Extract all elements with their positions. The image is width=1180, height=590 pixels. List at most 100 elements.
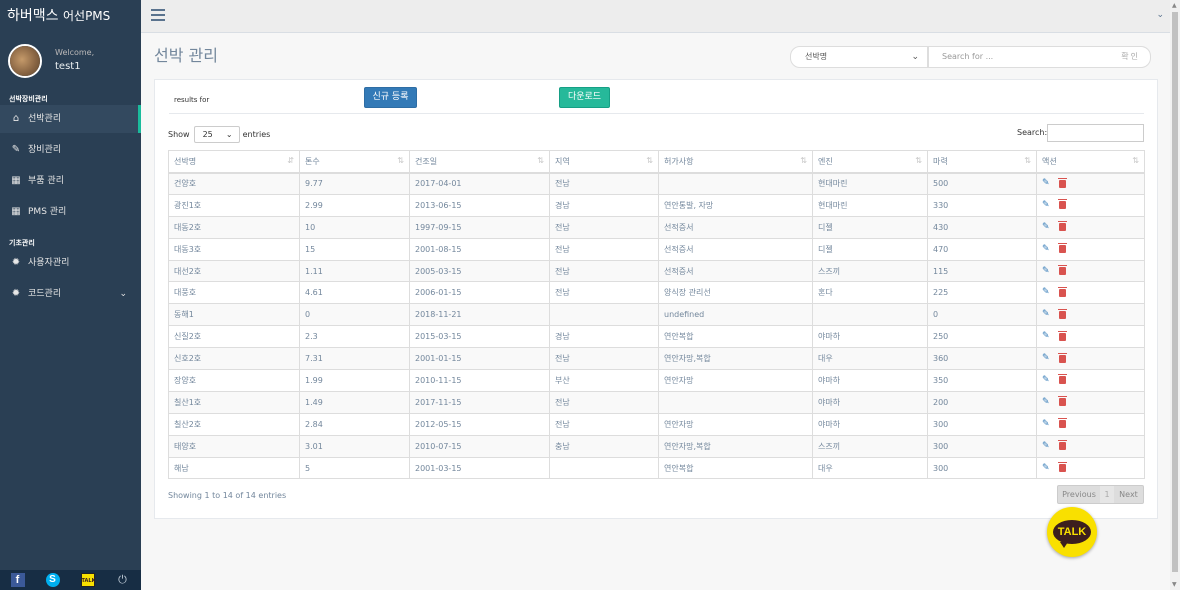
trash-icon[interactable] — [1058, 308, 1067, 319]
page-length-select[interactable]: 25 ⌄ — [193, 126, 240, 143]
sidebar-item-ship[interactable]: ⌂ 선박관리 — [0, 105, 141, 133]
edit-icon[interactable]: ✎ — [1042, 419, 1051, 429]
edit-icon[interactable]: ✎ — [1042, 288, 1051, 297]
table-row[interactable]: 건양호 9.77 2017-04-01 전남 현대마린 500 ✎ — [168, 172, 1145, 195]
trash-icon[interactable] — [1058, 352, 1067, 363]
edit-icon[interactable]: ✎ — [1042, 310, 1051, 319]
sidebar-item-users[interactable]: ✹ 사용자관리 — [0, 249, 141, 277]
table-row[interactable]: 대동3호 15 2001-08-15 전남 선적증서 디젤 470 ✎ — [168, 237, 1145, 261]
cell-permit — [658, 172, 813, 195]
chevron-down-icon: ⌄ — [119, 289, 127, 299]
edit-icon[interactable]: ✎ — [1042, 179, 1051, 188]
download-button[interactable]: 다운로드 — [559, 87, 610, 108]
edit-icon[interactable]: ✎ — [1042, 375, 1051, 385]
trash-icon[interactable] — [1058, 177, 1067, 188]
table-row[interactable]: 칠산1호 1.49 2017-11-15 전남 야마하 200 ✎ — [168, 390, 1145, 414]
brand-title[interactable]: 하버맥스 어선PMS — [0, 0, 141, 34]
cell-action: ✎ — [1036, 237, 1145, 261]
trash-icon[interactable] — [1058, 440, 1067, 451]
edit-icon[interactable]: ✎ — [1042, 354, 1051, 363]
scroll-down-icon[interactable]: ▼ — [1172, 581, 1177, 588]
sidebar-item-equipment[interactable]: ✎ 장비관리 — [0, 136, 141, 164]
edit-icon[interactable]: ✎ — [1042, 397, 1051, 407]
trash-icon[interactable] — [1058, 199, 1067, 210]
table-row[interactable]: 태양호 3.01 2010-07-15 충남 연안자망,복합 스즈끼 300 ✎ — [168, 434, 1145, 458]
menu-toggle-icon[interactable] — [151, 9, 165, 21]
table-row[interactable]: 대풍호 4.61 2006-01-15 전남 양식장 관리선 혼다 225 ✎ — [168, 281, 1145, 305]
header-region[interactable]: 지역 ⇅ — [549, 150, 659, 174]
cell-tonnage: 9.77 — [299, 172, 410, 195]
previous-button[interactable]: Previous — [1058, 486, 1100, 503]
scroll-up-icon[interactable]: ▲ — [1172, 2, 1177, 9]
cell-engine: 디젤 — [812, 237, 928, 261]
cell-tonnage: 0 — [299, 303, 410, 327]
edit-icon[interactable]: ✎ — [1042, 266, 1051, 276]
trash-icon[interactable] — [1058, 265, 1067, 275]
menu-section-base: 기초관리 — [9, 239, 35, 247]
edit-icon[interactable]: ✎ — [1042, 222, 1051, 232]
header-label: 액션 — [1042, 156, 1057, 166]
sidebar-item-parts[interactable]: ▦ 부품 관리 — [0, 167, 141, 195]
trash-icon[interactable] — [1058, 396, 1067, 407]
table-row[interactable]: 칠산2호 2.84 2012-05-15 전남 연안자망 야마하 300 ✎ — [168, 412, 1145, 436]
header-label: 지역 — [555, 156, 570, 166]
table-row[interactable]: 신질2호 2.3 2015-03-15 경남 연안복합 야마하 250 ✎ — [168, 325, 1145, 349]
header-permit[interactable]: 허가사항 ⇅ — [658, 150, 813, 174]
search-input[interactable]: Search for ... 확인 — [928, 46, 1151, 68]
header-horsepower[interactable]: 마력 ⇅ — [927, 150, 1037, 174]
edit-icon[interactable]: ✎ — [1042, 200, 1051, 210]
trash-icon[interactable] — [1058, 374, 1067, 385]
cell-action: ✎ — [1036, 303, 1145, 327]
facebook-button[interactable]: f — [0, 570, 35, 590]
chevron-down-icon[interactable]: ⌄ — [1156, 10, 1164, 20]
scrollbar-thumb[interactable] — [1172, 12, 1178, 572]
cell-region: 전남 — [549, 259, 659, 283]
table-row[interactable]: 대동2호 10 1997-09-15 전남 선적증서 디젤 430 ✎ — [168, 215, 1145, 239]
kakao-button[interactable]: TALK — [70, 570, 105, 590]
cell-engine: 현대마린 — [812, 172, 928, 195]
new-register-button[interactable]: 신규 등록 — [364, 87, 417, 108]
table-row[interactable]: 장양호 1.99 2010-11-15 부산 연안자망 야마하 350 ✎ — [168, 369, 1145, 392]
cell-ship-name: 대동3호 — [168, 237, 300, 261]
search-go-button[interactable]: 확인 — [1121, 47, 1140, 67]
trash-icon[interactable] — [1058, 418, 1067, 429]
cell-tonnage: 4.61 — [299, 281, 410, 305]
edit-icon[interactable]: ✎ — [1042, 463, 1051, 473]
cell-action: ✎ — [1036, 390, 1145, 414]
header-label: 선박명 — [174, 156, 197, 166]
header-tonnage[interactable]: 톤수 ⇅ — [299, 150, 410, 174]
trash-icon[interactable] — [1058, 243, 1067, 254]
header-build-date[interactable]: 건조일 ⇅ — [409, 150, 550, 174]
cell-action: ✎ — [1036, 456, 1145, 480]
ship-name-select[interactable]: 선박명 ⌄ — [790, 46, 928, 68]
menu-section-ship: 선박장비관리 — [9, 95, 48, 103]
edit-icon[interactable]: ✎ — [1042, 441, 1051, 451]
sidebar-item-pms[interactable]: ▦ PMS 관리 — [0, 198, 141, 226]
trash-icon[interactable] — [1058, 286, 1067, 297]
trash-icon[interactable] — [1058, 221, 1067, 232]
cell-horsepower: 115 — [927, 259, 1037, 283]
cell-permit — [658, 390, 813, 414]
table-row[interactable]: 신호2호 7.31 2001-01-15 전남 연안자망,복합 대우 360 ✎ — [168, 347, 1145, 371]
page-1-button[interactable]: 1 — [1100, 486, 1114, 503]
cell-region: 경남 — [549, 193, 659, 217]
header-engine[interactable]: 엔진 ⇅ — [812, 150, 928, 174]
table-search-input[interactable] — [1047, 124, 1144, 142]
edit-icon[interactable]: ✎ — [1042, 244, 1051, 254]
table-row[interactable]: 대선2호 1.11 2005-03-15 전남 선적증서 스즈끼 115 ✎ — [168, 259, 1145, 283]
trash-icon[interactable] — [1058, 462, 1067, 473]
next-button[interactable]: Next — [1114, 486, 1143, 503]
kakao-talk-button[interactable]: TALK — [1047, 507, 1097, 557]
table-row[interactable]: 해남 5 2001-03-15 연안복합 대우 300 ✎ — [168, 456, 1145, 480]
skype-button[interactable]: S — [35, 570, 70, 590]
cell-ship-name: 태양호 — [168, 434, 300, 458]
table-row[interactable]: 광진1호 2.99 2013-06-15 경남 연안통발, 자망 현대마린 330 ✎ — [168, 193, 1145, 217]
logout-button[interactable]: ⏻ — [105, 570, 140, 590]
header-ship-name[interactable]: 선박명 ⇵ — [168, 150, 300, 174]
header-action[interactable]: 액션 ⇅ — [1036, 150, 1145, 174]
edit-icon[interactable]: ✎ — [1042, 332, 1051, 341]
sidebar-item-codes[interactable]: ✹ 코드관리 ⌄ — [0, 280, 141, 308]
page-scrollbar[interactable]: ▲ ▼ — [1170, 0, 1180, 590]
table-row[interactable]: 동해1 0 2018-11-21 undefined 0 ✎ — [168, 303, 1145, 327]
trash-icon[interactable] — [1058, 330, 1067, 341]
